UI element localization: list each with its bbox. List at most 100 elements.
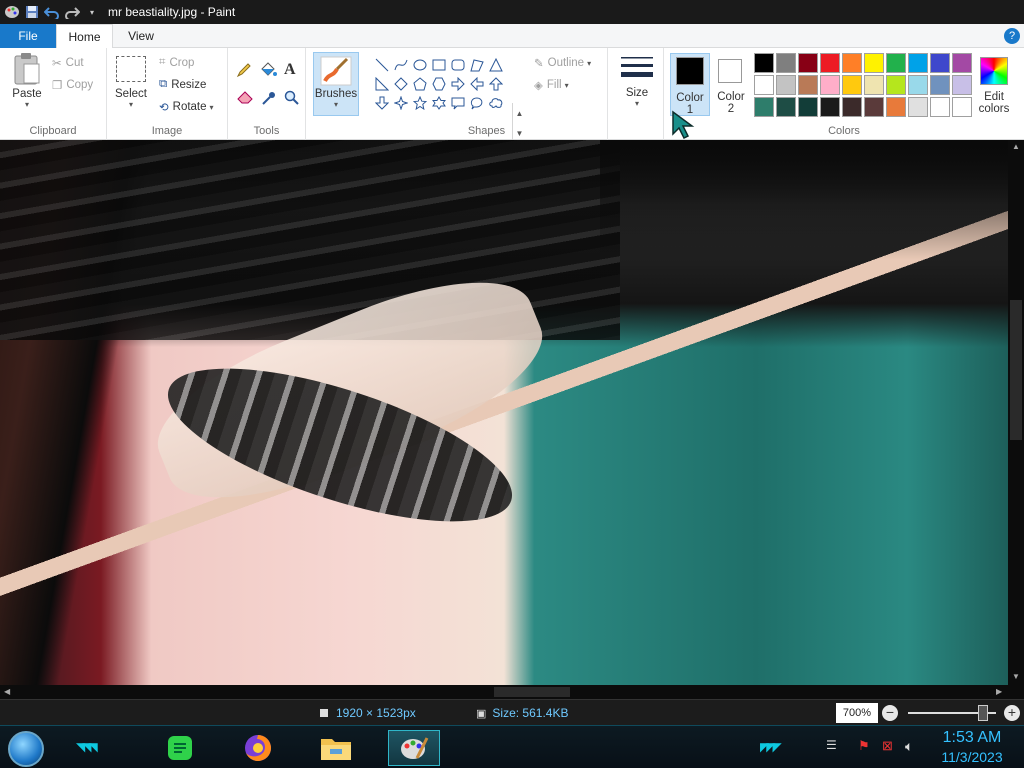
- zoom-in-button[interactable]: +: [1004, 705, 1020, 721]
- fill-dropdown-icon[interactable]: ▾: [565, 81, 569, 90]
- tab-file[interactable]: File: [0, 24, 56, 48]
- paint-logo-icon[interactable]: [2, 2, 22, 22]
- network-disconnected-icon[interactable]: ⊠: [882, 738, 893, 754]
- brushes-button[interactable]: Brushes ▾: [313, 52, 359, 116]
- start-orb-icon[interactable]: [8, 731, 44, 767]
- color1-button[interactable]: Color 1: [670, 53, 710, 116]
- palette-swatch-11[interactable]: [776, 75, 796, 95]
- file-explorer-icon[interactable]: [316, 730, 356, 766]
- drawing-canvas[interactable]: [0, 140, 1008, 685]
- five-point-star-shape-icon[interactable]: [410, 93, 429, 112]
- help-icon[interactable]: ?: [1004, 28, 1020, 44]
- left-arrow-shape-icon[interactable]: [467, 74, 486, 93]
- crop-button[interactable]: ⌗ Crop: [159, 56, 194, 69]
- zoom-slider-thumb[interactable]: [978, 705, 988, 721]
- triangle-shape-icon[interactable]: [486, 55, 505, 74]
- palette-swatch-19[interactable]: [952, 75, 972, 95]
- palette-swatch-15[interactable]: [864, 75, 884, 95]
- rounded-rectangle-shape-icon[interactable]: [448, 55, 467, 74]
- select-dropdown-icon[interactable]: ▾: [129, 100, 133, 109]
- paste-dropdown-icon[interactable]: ▾: [25, 100, 29, 109]
- eraser-icon[interactable]: [236, 90, 254, 104]
- scroll-right-icon[interactable]: ▶: [996, 687, 1002, 696]
- close-button[interactable]: [978, 0, 1024, 24]
- palette-swatch-18[interactable]: [930, 75, 950, 95]
- cloud-callout-shape-icon[interactable]: [486, 93, 505, 112]
- magnifier-icon[interactable]: [284, 90, 300, 106]
- pencil-icon[interactable]: [236, 62, 252, 78]
- scroll-down-icon[interactable]: ▼: [1012, 672, 1020, 681]
- fill-bucket-icon[interactable]: [259, 62, 277, 78]
- six-point-star-shape-icon[interactable]: [429, 93, 448, 112]
- palette-swatch-5[interactable]: [864, 53, 884, 73]
- oval-shape-icon[interactable]: [410, 55, 429, 74]
- outline-button[interactable]: ✎ Outline ▾: [534, 56, 591, 70]
- tab-view[interactable]: View: [113, 24, 169, 48]
- resize-button[interactable]: ⧉ Resize: [159, 78, 206, 91]
- rectangle-shape-icon[interactable]: [429, 55, 448, 74]
- palette-swatch-1[interactable]: [776, 53, 796, 73]
- color2-button[interactable]: Color 2: [714, 53, 750, 116]
- gallery-down-icon[interactable]: ▼: [516, 129, 524, 138]
- palette-swatch-4[interactable]: [842, 53, 862, 73]
- right-arrow-shape-icon[interactable]: [448, 74, 467, 93]
- save-icon[interactable]: [22, 2, 42, 22]
- palette-swatch-25[interactable]: [864, 97, 884, 117]
- horizontal-scroll-thumb[interactable]: [494, 687, 570, 697]
- pentagon-shape-icon[interactable]: [410, 74, 429, 93]
- paint-app-icon[interactable]: [388, 730, 440, 766]
- outline-dropdown-icon[interactable]: ▾: [587, 59, 591, 68]
- rect-callout-shape-icon[interactable]: [448, 93, 467, 112]
- volume-icon[interactable]: 🔈︎: [905, 738, 913, 755]
- palette-swatch-23[interactable]: [820, 97, 840, 117]
- palette-swatch-3[interactable]: [820, 53, 840, 73]
- rotate-dropdown-icon[interactable]: ▾: [210, 103, 214, 112]
- scroll-left-icon[interactable]: ◀: [4, 687, 10, 696]
- brushes-dropdown-icon[interactable]: ▾: [334, 100, 338, 109]
- palette-swatch-7[interactable]: [908, 53, 928, 73]
- fill-button[interactable]: ◈ Fill ▾: [534, 78, 569, 92]
- palette-swatch-28[interactable]: [930, 97, 950, 117]
- palette-swatch-9[interactable]: [952, 53, 972, 73]
- right-triangle-shape-icon[interactable]: [372, 74, 391, 93]
- hexagon-shape-icon[interactable]: [429, 74, 448, 93]
- palette-swatch-24[interactable]: [842, 97, 862, 117]
- palette-swatch-26[interactable]: [886, 97, 906, 117]
- palette-swatch-27[interactable]: [908, 97, 928, 117]
- line-shape-icon[interactable]: [372, 55, 391, 74]
- tray-overflow-icon[interactable]: ☰: [826, 738, 837, 752]
- palette-swatch-29[interactable]: [952, 97, 972, 117]
- select-button[interactable]: Select ▾: [115, 56, 147, 109]
- palette-swatch-8[interactable]: [930, 53, 950, 73]
- paste-button[interactable]: Paste ▾: [10, 52, 44, 109]
- gallery-up-icon[interactable]: ▲: [516, 109, 524, 118]
- text-icon[interactable]: A: [284, 61, 296, 79]
- curve-shape-icon[interactable]: [391, 55, 410, 74]
- up-arrow-shape-icon[interactable]: [486, 74, 505, 93]
- copy-button[interactable]: ❐ Copy: [52, 78, 93, 92]
- zoom-out-button[interactable]: −: [882, 705, 898, 721]
- palette-swatch-13[interactable]: [820, 75, 840, 95]
- palette-swatch-6[interactable]: [886, 53, 906, 73]
- color-picker-icon[interactable]: [261, 90, 277, 106]
- minimize-button[interactable]: [886, 0, 932, 24]
- palette-swatch-17[interactable]: [908, 75, 928, 95]
- scroll-up-icon[interactable]: ▲: [1012, 142, 1020, 151]
- palette-swatch-12[interactable]: [798, 75, 818, 95]
- palette-swatch-10[interactable]: [754, 75, 774, 95]
- four-point-star-shape-icon[interactable]: [391, 93, 410, 112]
- notes-app-icon[interactable]: [160, 730, 200, 766]
- vertical-scroll-thumb[interactable]: [1010, 300, 1022, 440]
- cut-button[interactable]: ✂ Cut: [52, 56, 84, 70]
- palette-swatch-21[interactable]: [776, 97, 796, 117]
- oval-callout-shape-icon[interactable]: [467, 93, 486, 112]
- palette-swatch-20[interactable]: [754, 97, 774, 117]
- system-clock[interactable]: 1:53 AM 11/3/2023: [934, 728, 1010, 766]
- palette-swatch-14[interactable]: [842, 75, 862, 95]
- customize-icon[interactable]: ▾: [82, 2, 102, 22]
- palette-swatch-0[interactable]: [754, 53, 774, 73]
- maximize-button[interactable]: [932, 0, 978, 24]
- firefox-icon[interactable]: [238, 730, 278, 766]
- palette-swatch-22[interactable]: [798, 97, 818, 117]
- palette-swatch-2[interactable]: [798, 53, 818, 73]
